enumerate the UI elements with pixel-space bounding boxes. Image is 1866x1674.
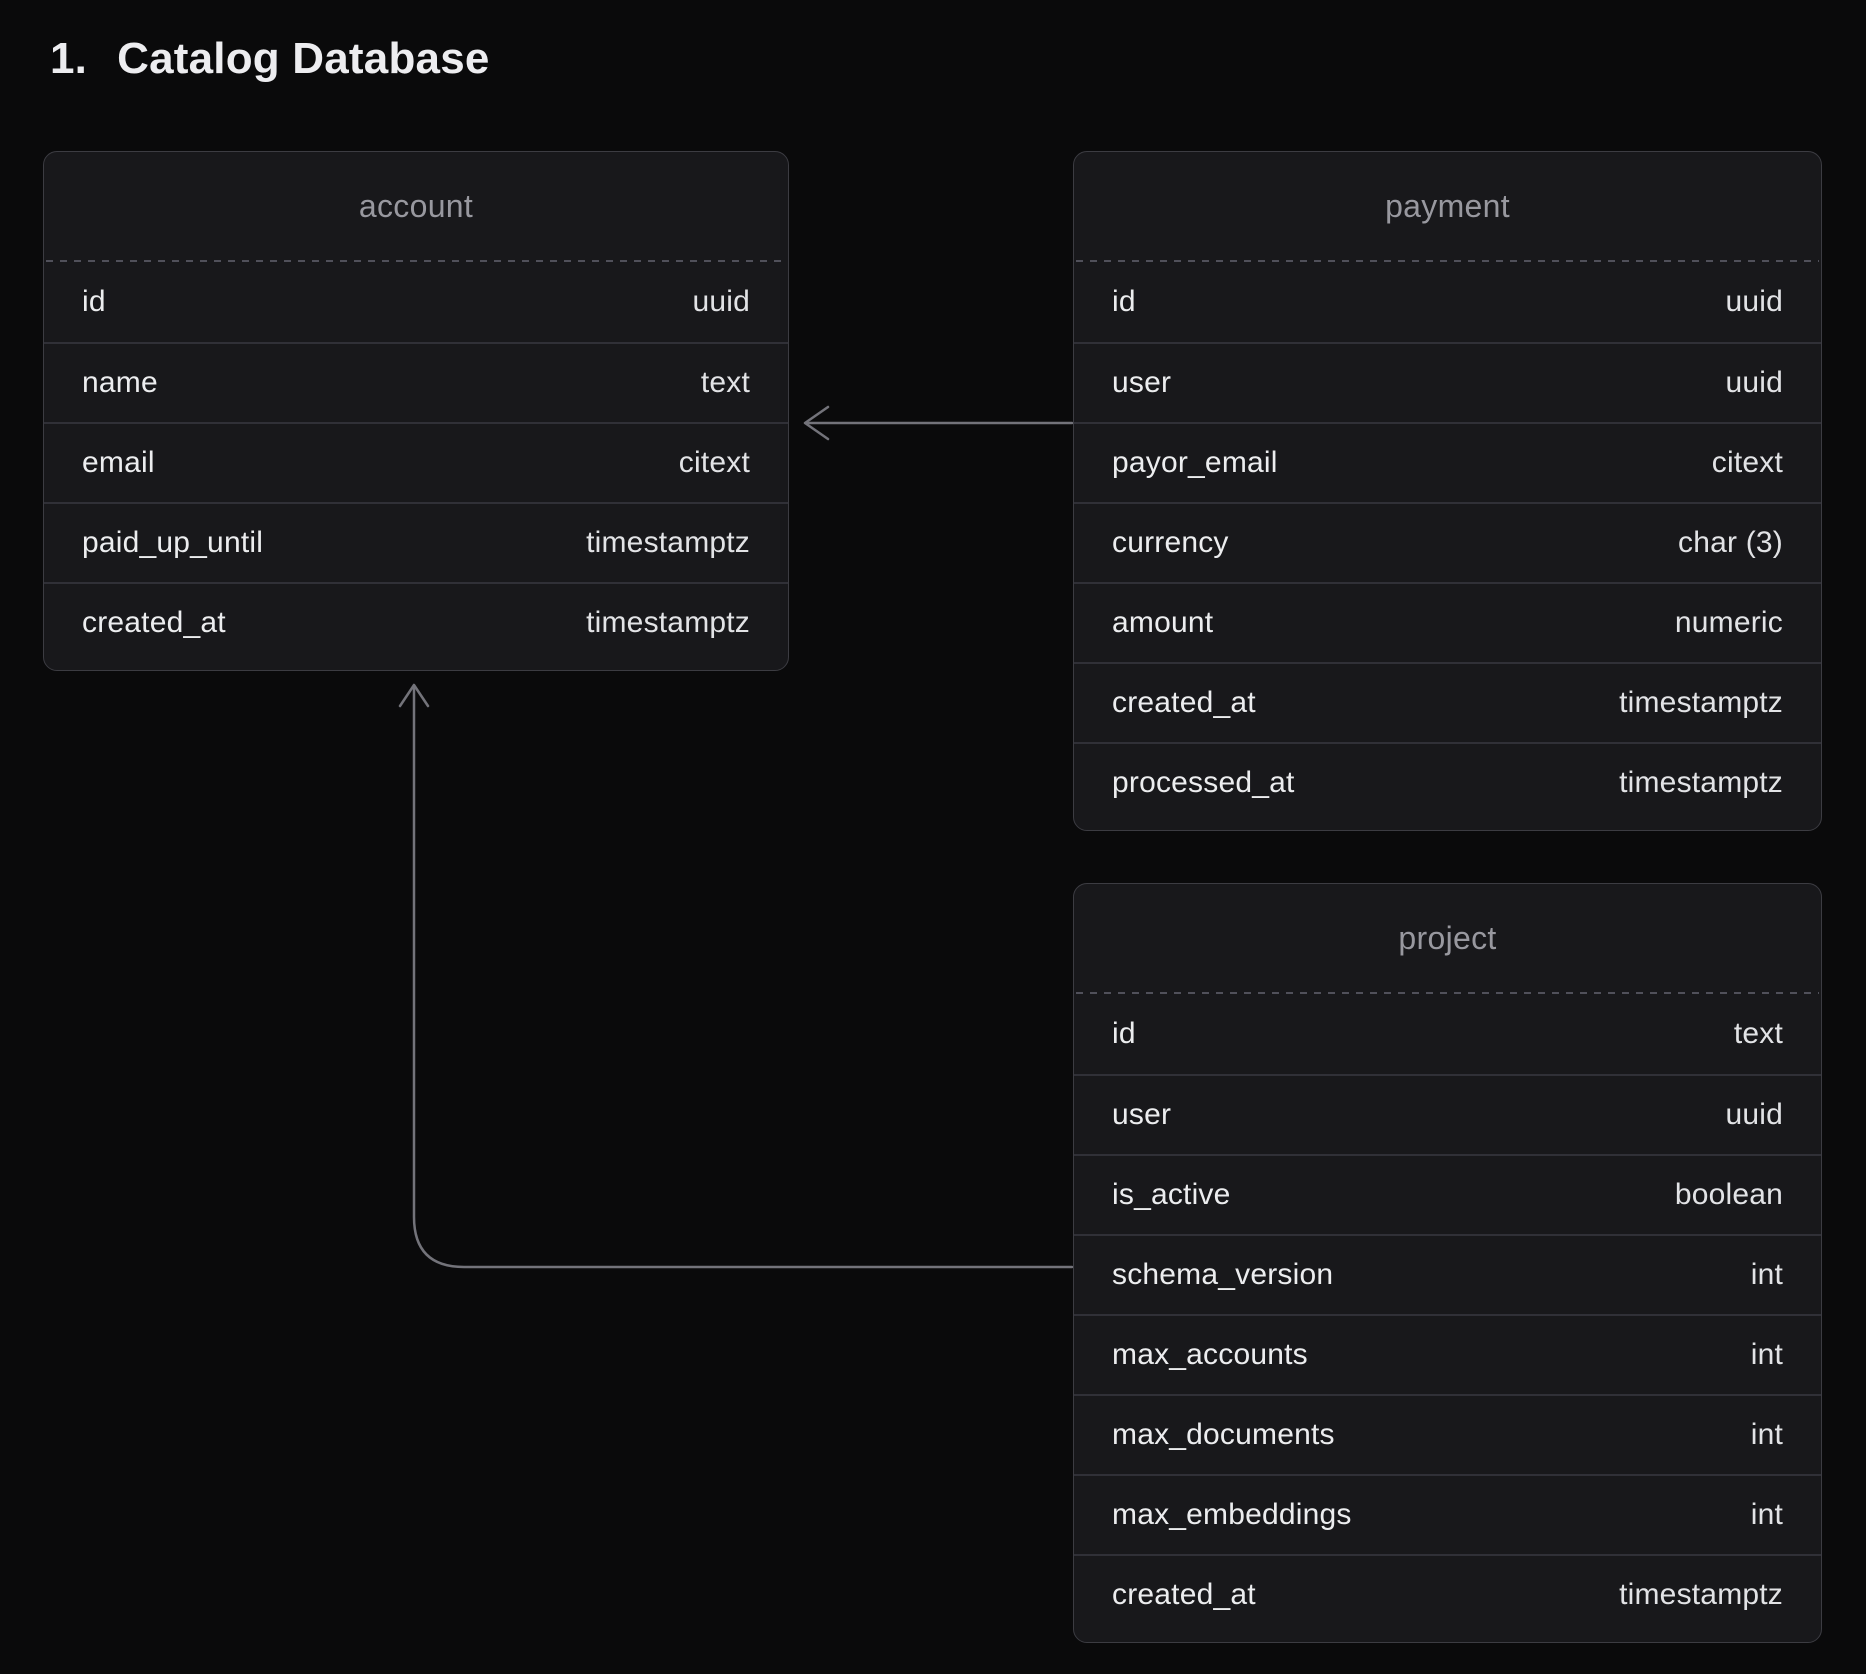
title-text: Catalog Database xyxy=(117,34,489,84)
field-name: schema_version xyxy=(1112,1258,1333,1292)
field-list: iduuidnametextemailcitextpaid_up_untilti… xyxy=(44,262,788,670)
field-name: max_accounts xyxy=(1112,1338,1308,1372)
field-type: timestamptz xyxy=(1619,766,1783,800)
field-row: email citext xyxy=(44,422,788,502)
field-type: citext xyxy=(679,446,750,480)
field-name: user xyxy=(1112,366,1171,400)
field-row: created_at timestamptz xyxy=(1074,662,1821,742)
field-type: timestamptz xyxy=(1619,1578,1783,1612)
field-list: id text user uuid is_active boolean schema_ver… xyxy=(1074,994,1821,1642)
field-name: amount xyxy=(1112,606,1213,640)
arrow-payment-to-account xyxy=(805,407,1072,439)
field-row: id text xyxy=(1074,994,1821,1074)
title-number: 1. xyxy=(50,34,87,84)
field-row: user uuid xyxy=(1074,342,1821,422)
field-row: max_embeddings int xyxy=(1074,1474,1821,1554)
field-row: processed_at timestamptz xyxy=(1074,742,1821,822)
field-name: max_embeddings xyxy=(1112,1498,1352,1532)
field-name: currency xyxy=(1112,526,1229,560)
field-row: id uuid xyxy=(1074,262,1821,342)
field-type: char (3) xyxy=(1678,526,1783,560)
field-name: id xyxy=(1112,1017,1136,1051)
arrowhead-left-icon xyxy=(805,407,828,439)
field-type: int xyxy=(1751,1258,1783,1292)
arrowhead-up-icon xyxy=(400,685,428,706)
arrow-project-to-account xyxy=(400,685,1072,1267)
field-type: int xyxy=(1751,1338,1783,1372)
table-name: account xyxy=(44,152,788,260)
field-row: currency char (3) xyxy=(1074,502,1821,582)
field-name: created_at xyxy=(82,606,226,640)
field-type: timestamptz xyxy=(586,526,750,560)
field-row: user uuid xyxy=(1074,1074,1821,1154)
page-title: 1. Catalog Database xyxy=(50,34,490,84)
field-row: max_documents int xyxy=(1074,1394,1821,1474)
field-type: uuid xyxy=(692,285,750,319)
field-name: max_documents xyxy=(1112,1418,1335,1452)
field-row: created_at timestamptz xyxy=(1074,1554,1821,1634)
diagram-canvas: 1. Catalog Database account id uuid name te… xyxy=(0,0,1866,1674)
field-name: created_at xyxy=(1112,686,1256,720)
field-name: id xyxy=(1112,285,1136,319)
field-name: payor_email xyxy=(1112,446,1278,480)
field-row: payor_email citext xyxy=(1074,422,1821,502)
table-card-account[interactable]: account id uuid name text email citext paid_up… xyxy=(43,151,789,671)
field-type: timestamptz xyxy=(1619,686,1783,720)
table-card-project[interactable]: project id text user uuid is_active boolean sc… xyxy=(1073,883,1822,1643)
field-row: id uuid xyxy=(44,262,788,342)
table-name: project xyxy=(1074,884,1821,992)
field-type: uuid xyxy=(1725,366,1783,400)
field-type: text xyxy=(701,366,750,400)
field-row: name text xyxy=(44,342,788,422)
field-type: uuid xyxy=(1725,1098,1783,1132)
field-type: citext xyxy=(1712,446,1783,480)
field-name: paid_up_until xyxy=(82,526,263,560)
connector-line xyxy=(414,687,1072,1267)
field-row: max_accounts int xyxy=(1074,1314,1821,1394)
field-name: is_active xyxy=(1112,1178,1231,1212)
field-name: email xyxy=(82,446,155,480)
table-card-payment[interactable]: payment id uuid user uuid payor_email citext c… xyxy=(1073,151,1822,831)
field-name: user xyxy=(1112,1098,1171,1132)
field-name: processed_at xyxy=(1112,766,1295,800)
field-list: iduuiduseruuidpayor_emailcitextcurrencyc… xyxy=(1074,262,1821,830)
field-type: timestamptz xyxy=(586,606,750,640)
field-type: int xyxy=(1751,1418,1783,1452)
field-row: paid_up_until timestamptz xyxy=(44,502,788,582)
field-row: created_at timestamptz xyxy=(44,582,788,662)
field-type: text xyxy=(1734,1017,1783,1051)
field-row: schema_version int xyxy=(1074,1234,1821,1314)
field-row: amount numeric xyxy=(1074,582,1821,662)
field-type: numeric xyxy=(1675,606,1783,640)
field-type: uuid xyxy=(1725,285,1783,319)
field-row: is_active boolean xyxy=(1074,1154,1821,1234)
field-type: int xyxy=(1751,1498,1783,1532)
field-name: created_at xyxy=(1112,1578,1256,1612)
field-type: boolean xyxy=(1675,1178,1783,1212)
table-name: payment xyxy=(1074,152,1821,260)
field-name: name xyxy=(82,366,158,400)
field-name: id xyxy=(82,285,106,319)
